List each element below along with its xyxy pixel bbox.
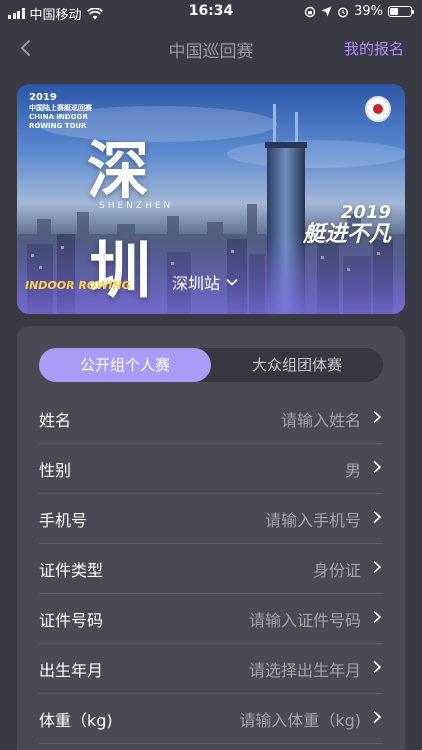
battery-icon [388, 6, 414, 17]
form-row-gender[interactable]: 性别 男 [39, 444, 383, 494]
banner-city-char-2: 圳 [89, 234, 152, 307]
row-label: 证件号码 [39, 610, 104, 630]
phone-input[interactable]: 请输入手机号 [87, 507, 383, 531]
banner-city-char-1: 深 [87, 134, 150, 207]
form-row-phone[interactable]: 手机号 请输入手机号 [39, 494, 383, 544]
indoor-rowing-logo: INDOOR ROWING [25, 279, 131, 292]
registration-form-card: 公开组个人赛 大众组团体赛 姓名 请输入姓名 性别 男 手机号 请输入手机号 证… [17, 326, 405, 750]
chevron-right-icon [373, 610, 382, 624]
row-label: 出生年月 [39, 660, 104, 680]
banner-slogan: 2019 艇进不凡 [302, 202, 391, 247]
nav-bar: 中国巡回赛 我的报名 [0, 28, 422, 68]
chevron-down-icon [226, 278, 238, 286]
chevron-right-icon [373, 460, 382, 474]
alarm-icon [338, 6, 349, 18]
form-row-name[interactable]: 姓名 请输入姓名 [39, 394, 383, 444]
event-banner: 2019 中国陆上赛艇巡回赛 CHINA INDOOR ROWING TOUR … [17, 84, 405, 314]
id-number-input[interactable]: 请输入证件号码 [103, 607, 383, 631]
form-rows: 姓名 请输入姓名 性别 男 手机号 请输入手机号 证件类型 身份证 证件号码 请… [39, 394, 383, 744]
battery-percent: 39% [354, 4, 383, 19]
banner-city-pinyin: SHENZHEN [99, 201, 174, 211]
row-label: 姓名 [39, 410, 72, 430]
my-registration-link[interactable]: 我的报名 [344, 38, 404, 59]
chevron-right-icon [373, 560, 382, 574]
chevron-right-icon [373, 410, 382, 424]
form-row-id-number[interactable]: 证件号码 请输入证件号码 [39, 594, 383, 644]
form-row-weight[interactable]: 体重（kg) 请输入体重（kg) [39, 694, 383, 744]
tab-public-team[interactable]: 大众组团体赛 [211, 348, 383, 382]
chevron-right-icon [373, 510, 382, 524]
chevron-right-icon [373, 660, 382, 674]
row-label: 体重（kg) [39, 710, 113, 730]
status-bar: 中国移动 16:34 39% [0, 0, 422, 23]
gender-select[interactable]: 男 [71, 457, 383, 481]
form-row-birth-date[interactable]: 出生年月 请选择出生年月 [39, 644, 383, 694]
banner-year: 2019 [29, 92, 57, 103]
rotation-lock-icon [304, 6, 316, 17]
station-label: 深圳站 [172, 274, 221, 293]
location-icon [321, 6, 332, 17]
station-selector[interactable]: 深圳站 [172, 270, 238, 294]
association-logo [365, 96, 391, 122]
name-input[interactable]: 请输入姓名 [71, 407, 383, 431]
row-label: 性别 [39, 460, 72, 480]
row-label: 证件类型 [39, 560, 104, 580]
chevron-right-icon [373, 710, 382, 724]
competition-type-tabs: 公开组个人赛 大众组团体赛 [39, 348, 383, 382]
weight-input[interactable]: 请输入体重（kg) [113, 707, 383, 731]
id-type-select[interactable]: 身份证 [103, 557, 383, 581]
tab-open-individual[interactable]: 公开组个人赛 [39, 348, 211, 382]
birth-date-picker[interactable]: 请选择出生年月 [103, 657, 383, 681]
row-label: 手机号 [39, 510, 88, 530]
form-row-id-type[interactable]: 证件类型 身份证 [39, 544, 383, 594]
